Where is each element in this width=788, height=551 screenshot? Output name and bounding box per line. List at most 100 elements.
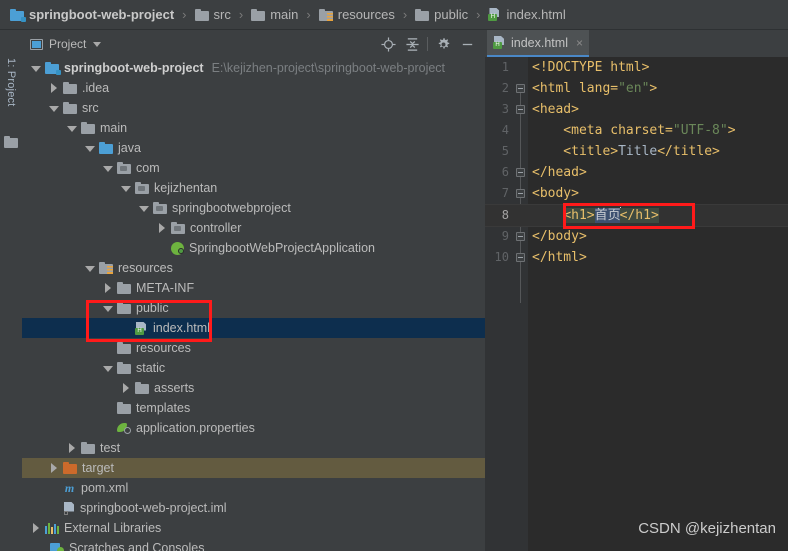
code-line[interactable]: 1 <!DOCTYPE html>: [485, 57, 788, 78]
breadcrumb-item-main[interactable]: main: [249, 0, 300, 30]
tree-node-pom-xml[interactable]: m pom.xml: [22, 478, 485, 498]
gear-icon[interactable]: [431, 32, 455, 56]
tree-node-java[interactable]: java: [22, 138, 485, 158]
fold-marker-icon[interactable]: [516, 105, 525, 114]
code-line[interactable]: 3 <head>: [485, 99, 788, 120]
tree-node-static[interactable]: static: [22, 358, 485, 378]
chevron-down-icon[interactable]: [66, 123, 77, 134]
tree-node-application-class[interactable]: SpringbootWebProjectApplication: [22, 238, 485, 258]
folder-icon: [4, 136, 18, 148]
breadcrumb-separator: ›: [182, 7, 187, 22]
folder-icon: [117, 362, 131, 374]
code-line[interactable]: 6 </head>: [485, 162, 788, 183]
breadcrumb-item-project[interactable]: springboot-web-project: [8, 0, 176, 30]
code-text: <html lang="en">: [532, 78, 657, 99]
code-editor[interactable]: 1 <!DOCTYPE html> 2 <html lang="en"> 3 <…: [485, 57, 788, 551]
editor-tab-index-html[interactable]: H index.html ×: [487, 30, 589, 57]
fold-marker-icon[interactable]: [516, 84, 525, 93]
chevron-down-icon[interactable]: [102, 163, 113, 174]
tree-node-springbootwebproject[interactable]: springbootwebproject: [22, 198, 485, 218]
tree-node-kejizhentan[interactable]: kejizhentan: [22, 178, 485, 198]
project-tree[interactable]: springboot-web-project E:\kejizhen-proje…: [22, 58, 485, 551]
tree-node-scratches-and-consoles[interactable]: Scratches and Consoles: [22, 538, 485, 551]
tree-node-springboot-web-project[interactable]: springboot-web-project E:\kejizhen-proje…: [22, 58, 485, 78]
chevron-down-icon[interactable]: [138, 203, 149, 214]
code-token-tag: >: [649, 81, 658, 96]
code-line[interactable]: 5 <title>Title</title>: [485, 141, 788, 162]
breadcrumb-item-resources[interactable]: resources: [317, 0, 397, 30]
chevron-down-icon[interactable]: [48, 103, 59, 114]
tree-node-idea[interactable]: .idea: [22, 78, 485, 98]
code-line[interactable]: 7 <body>: [485, 183, 788, 204]
code-line-current[interactable]: 8 <h1>首页</h1>: [485, 204, 788, 227]
tree-node-iml-file[interactable]: springboot-web-project.iml: [22, 498, 485, 518]
maven-icon: m: [64, 480, 75, 495]
line-number: 8: [501, 208, 509, 222]
chevron-right-icon[interactable]: [66, 442, 77, 454]
folder-icon: [135, 382, 149, 394]
breadcrumb-item-public[interactable]: public: [413, 0, 470, 30]
code-line[interactable]: 2 <html lang="en">: [485, 78, 788, 99]
breadcrumb-separator: ›: [476, 7, 481, 22]
tree-node-controller[interactable]: controller: [22, 218, 485, 238]
tree-node-label: index.html: [153, 321, 210, 335]
code-token-tag: >: [727, 123, 736, 138]
resources-folder-icon: [318, 8, 333, 21]
breadcrumb-item-src[interactable]: src: [193, 0, 233, 30]
tree-node-application-properties[interactable]: application.properties: [22, 418, 485, 438]
tree-node-label: main: [100, 121, 128, 135]
tree-node-label: static: [136, 361, 166, 375]
collapse-all-icon[interactable]: [400, 32, 424, 56]
minimize-icon[interactable]: [455, 32, 479, 56]
toolbar-divider: [427, 37, 428, 51]
code-token-tag: </h1>: [619, 208, 659, 223]
chevron-down-icon[interactable]: [120, 183, 131, 194]
chevron-right-icon[interactable]: [102, 282, 113, 294]
tree-node-com[interactable]: com: [22, 158, 485, 178]
tree-node-main[interactable]: main: [22, 118, 485, 138]
code-token-tag: <title>: [532, 144, 619, 159]
chevron-down-icon[interactable]: [102, 303, 113, 314]
line-number: 5: [501, 144, 509, 158]
breadcrumb-label: springboot-web-project: [29, 7, 175, 22]
code-line[interactable]: 10 </html>: [485, 247, 788, 268]
chevron-down-icon[interactable]: [102, 363, 113, 374]
tree-node-meta-inf[interactable]: META-INF: [22, 278, 485, 298]
close-icon[interactable]: ×: [576, 37, 583, 49]
tree-node-templates[interactable]: templates: [22, 398, 485, 418]
tree-node-resources-folder[interactable]: resources: [22, 338, 485, 358]
chevron-right-icon[interactable]: [48, 82, 59, 94]
fold-marker-icon[interactable]: [516, 168, 525, 177]
chevron-right-icon[interactable]: [48, 462, 59, 474]
chevron-down-icon[interactable]: [93, 41, 102, 47]
fold-marker-icon[interactable]: [516, 253, 525, 262]
line-number: 6: [501, 165, 509, 179]
tree-node-src[interactable]: src: [22, 98, 485, 118]
locate-icon[interactable]: [376, 32, 400, 56]
editor-tab-label: index.html: [511, 35, 568, 50]
line-number: 7: [501, 186, 509, 200]
breadcrumb-item-file[interactable]: H index.html: [486, 0, 567, 30]
chevron-right-icon[interactable]: [156, 222, 167, 234]
tree-node-public[interactable]: public: [22, 298, 485, 318]
breadcrumb-separator: ›: [238, 7, 244, 22]
tree-node-resources-root[interactable]: resources: [22, 258, 485, 278]
tree-node-external-libraries[interactable]: External Libraries: [22, 518, 485, 538]
chevron-down-icon[interactable]: [84, 263, 95, 274]
tool-window-button-project[interactable]: 1: Project: [0, 36, 22, 128]
tree-node-index-html[interactable]: H index.html: [22, 318, 485, 338]
tree-node-target[interactable]: target: [22, 458, 485, 478]
folder-icon: [63, 102, 77, 114]
fold-marker-icon[interactable]: [516, 189, 525, 198]
tree-node-test[interactable]: test: [22, 438, 485, 458]
chevron-down-icon[interactable]: [84, 143, 95, 154]
fold-marker-icon[interactable]: [516, 232, 525, 241]
chevron-right-icon[interactable]: [120, 382, 131, 394]
code-line[interactable]: 4 <meta charset="UTF-8">: [485, 120, 788, 141]
code-text: <!DOCTYPE html>: [532, 60, 650, 75]
tree-node-asserts[interactable]: asserts: [22, 378, 485, 398]
chevron-right-icon[interactable]: [30, 522, 41, 534]
chevron-down-icon[interactable]: [30, 63, 41, 74]
folder-icon: [63, 82, 77, 94]
code-line[interactable]: 9 </body>: [485, 226, 788, 247]
